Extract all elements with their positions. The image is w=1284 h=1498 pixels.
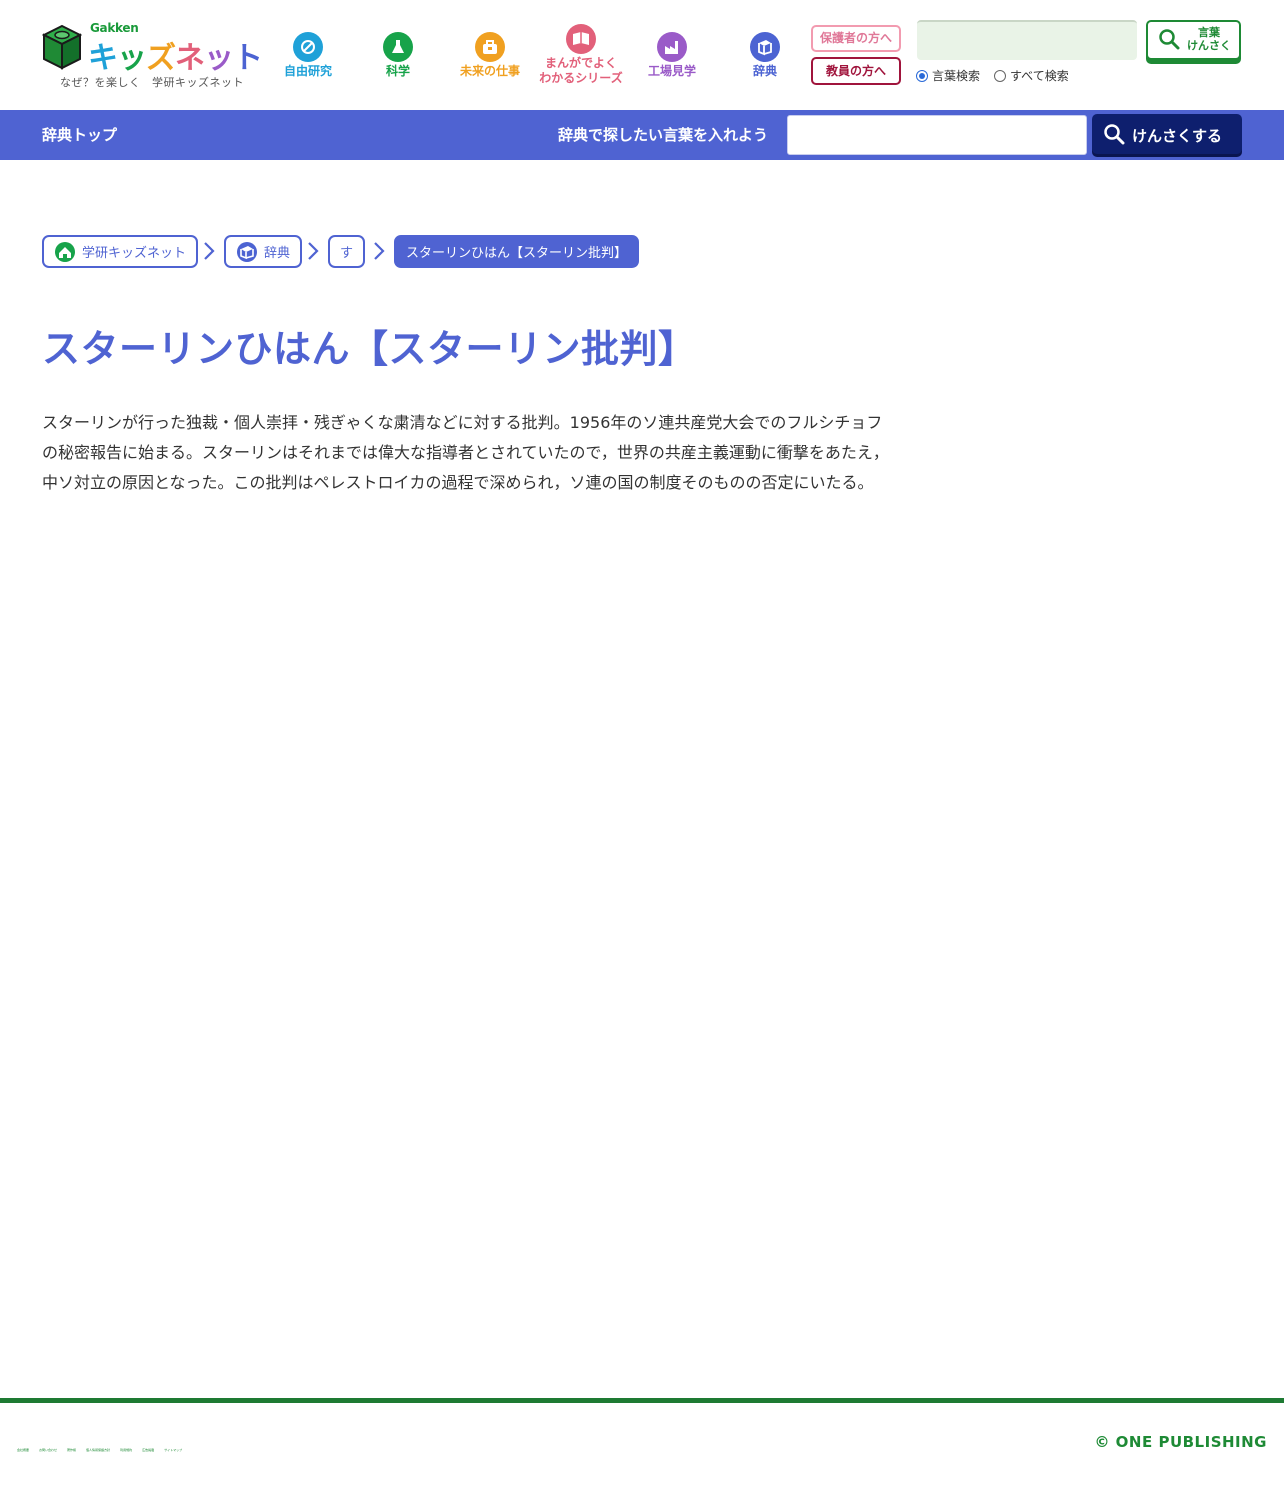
radio-all-search[interactable]: [994, 69, 1007, 82]
search-button-line1: 言葉: [1198, 26, 1220, 39]
entry-body: スターリンが行った独裁・個人崇拝・残ぎゃくな粛清などに対する批判。1956年のソ…: [42, 413, 889, 492]
nav-label: 辞典: [752, 64, 777, 78]
word-search-input[interactable]: [917, 20, 1137, 60]
for-teachers-button[interactable]: 教員の方へ: [811, 57, 901, 85]
logo-cube-icon: [42, 24, 82, 70]
site-logo[interactable]: Gakken キッズネット なぜ？を楽しく 学研キッズネット: [40, 20, 263, 90]
logo-name: キッズネット: [88, 41, 263, 76]
nav-label-line1: まんがでよく: [544, 56, 617, 70]
footer-link[interactable]: 広告掲載: [142, 1448, 154, 1452]
radio-word-search-label[interactable]: 言葉検索: [932, 67, 980, 84]
nav-free-research[interactable]: 自由研究: [263, 24, 353, 79]
breadcrumb-label: 学研キッズネット: [82, 246, 187, 261]
footer-link[interactable]: 利用規約: [120, 1448, 132, 1452]
nav-future-jobs[interactable]: 未来の仕事: [445, 24, 535, 79]
nav-label-line2: わかるシリーズ: [539, 71, 623, 85]
chevron-right-icon: [308, 242, 319, 260]
dictionary-search-button[interactable]: けんさくする: [1092, 114, 1242, 154]
radio-all-search-label[interactable]: すべて検索: [1010, 67, 1069, 84]
footer-link[interactable]: 会社概要: [17, 1448, 29, 1452]
site-header: Gakken キッズネット なぜ？を楽しく 学研キッズネット 自由研究 科学 未…: [0, 0, 1284, 110]
breadcrumb-current: スターリンひはん【スターリン批判】: [394, 235, 640, 268]
footer-link[interactable]: 著作権: [67, 1448, 76, 1452]
dictionary-search-input[interactable]: [787, 115, 1087, 155]
dictionary-search-bar: 辞典トップ 辞典で探したい言葉を入れよう けんさくする: [0, 110, 1284, 160]
chevron-right-icon: [374, 242, 385, 260]
search-button-line2: けんさく: [1187, 39, 1231, 52]
for-parents-button[interactable]: 保護者の方へ: [811, 25, 901, 52]
copyright: © ONE PUBLISHING: [1094, 1433, 1267, 1451]
dictionary-top-link[interactable]: 辞典トップ: [42, 124, 117, 145]
free-research-icon: [293, 32, 323, 62]
footer-links: 会社概要 お問い合わせ 著作権 個人情報保護方針 利用規約 広告掲載 サイトマッ…: [17, 1448, 182, 1452]
footer-link[interactable]: お問い合わせ: [39, 1448, 57, 1452]
science-flask-icon: [383, 32, 413, 62]
breadcrumb-dictionary[interactable]: 辞典: [224, 235, 303, 268]
breadcrumb-label: 辞典: [264, 246, 291, 261]
page-title: スターリンひはん【スターリン批判】: [42, 327, 697, 371]
logo-tagline: なぜ？を楽しく 学研キッズネット: [60, 76, 244, 89]
breadcrumb-label: す: [340, 246, 354, 261]
dictionary-search-button-label: けんさくする: [1132, 127, 1223, 145]
briefcase-icon: [475, 32, 505, 62]
factory-icon: [657, 32, 687, 62]
footer-link[interactable]: サイトマップ: [164, 1448, 182, 1452]
nav-label: 自由研究: [283, 64, 332, 78]
dictionary-search-prompt: 辞典で探したい言葉を入れよう: [558, 126, 769, 144]
nav-factory-tour[interactable]: 工場見学: [627, 24, 717, 79]
home-icon: [55, 241, 75, 262]
chevron-right-icon: [204, 242, 215, 260]
nav-label: 工場見学: [647, 64, 696, 78]
radio-word-search[interactable]: [916, 69, 928, 82]
nav-dictionary[interactable]: 辞典: [720, 24, 810, 79]
manga-book-icon: [566, 24, 596, 54]
footer-divider: [0, 1398, 1284, 1403]
breadcrumb-letter[interactable]: す: [328, 235, 366, 268]
dictionary-icon: [237, 241, 257, 262]
breadcrumb-label: スターリンひはん【スターリン批判】: [406, 246, 628, 261]
search-scope-radios: 言葉検索 すべて検索: [916, 67, 1069, 84]
breadcrumb-home[interactable]: 学研キッズネット: [42, 235, 199, 268]
nav-manga-series[interactable]: まんがでよく わかるシリーズ: [536, 16, 626, 86]
nav-science[interactable]: 科学: [353, 24, 443, 79]
dictionary-icon: [750, 32, 780, 62]
search-icon: [1104, 124, 1125, 145]
footer-link[interactable]: 個人情報保護方針: [86, 1448, 110, 1452]
word-search-button[interactable]: 言葉 けんさく: [1146, 20, 1241, 60]
search-icon: [1159, 29, 1180, 50]
nav-label: 未来の仕事: [459, 64, 520, 78]
nav-label: 科学: [385, 64, 410, 78]
